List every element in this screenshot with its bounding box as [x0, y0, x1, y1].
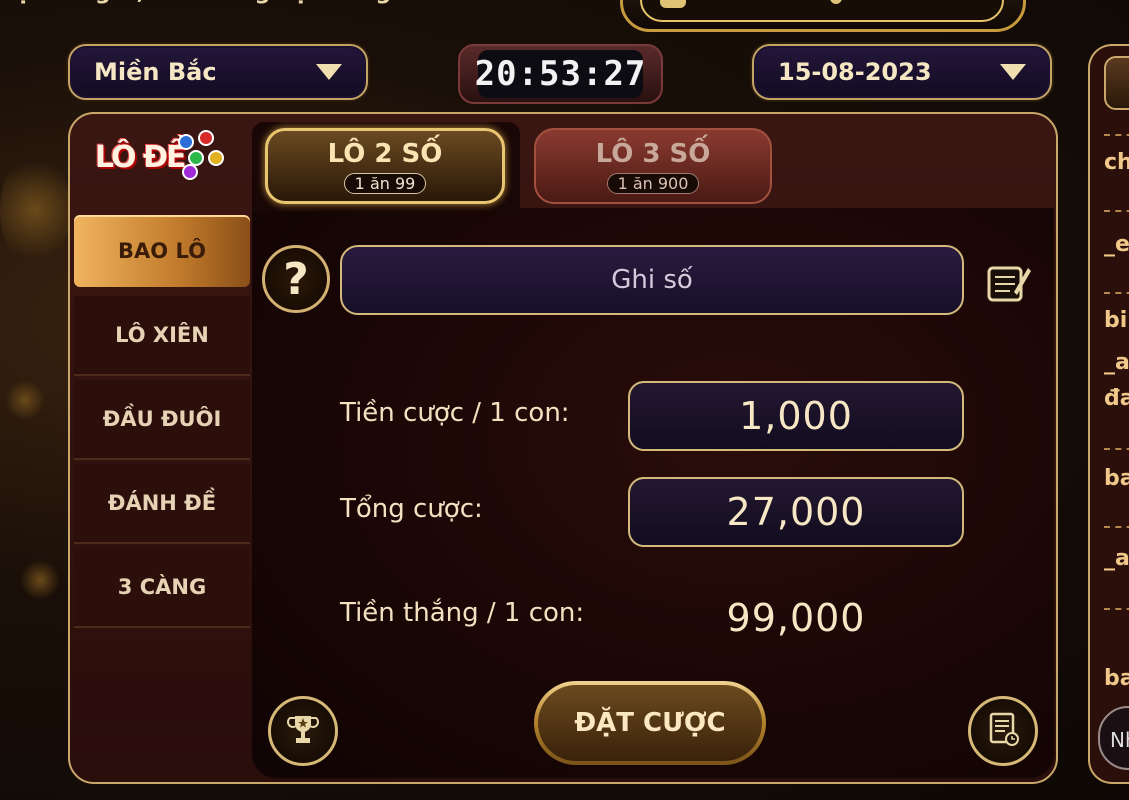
lo-de-logo: LÔ ĐỀ — [95, 140, 187, 175]
bokeh-decoration — [20, 560, 60, 600]
chevron-down-icon — [1000, 64, 1026, 80]
chat-message: ba — [1104, 666, 1129, 691]
tab-odds: 1 ăn 900 — [606, 172, 700, 194]
chat-divider — [1104, 210, 1129, 212]
chat-panel-header — [1104, 56, 1129, 110]
win-per-unit-value: 99,000 — [726, 596, 866, 640]
trophy-icon — [286, 712, 320, 750]
chat-divider — [1104, 448, 1129, 450]
tab-lo-3-so[interactable]: LÔ 3 SỐ 1 ăn 900 — [534, 128, 772, 204]
chat-divider — [1104, 134, 1129, 136]
top-frame-inner — [640, 0, 1004, 22]
chat-message: bi — [1104, 308, 1128, 333]
lottery-ball-icon — [182, 164, 198, 180]
sidebar-item-label: 3 CÀNG — [117, 575, 207, 599]
chat-message: ba — [1104, 466, 1129, 491]
sidebar-item-danh-de[interactable]: ĐÁNH ĐỀ — [74, 464, 250, 544]
win-per-unit-label: Tiền thắng / 1 con: — [340, 598, 585, 628]
bokeh-decoration — [5, 380, 45, 420]
bet-per-unit-label: Tiền cược / 1 con: — [340, 398, 570, 428]
chat-message: _e — [1104, 232, 1129, 257]
countdown-timer: 20:53:27 — [475, 50, 645, 98]
total-bet-value: 27,000 — [628, 477, 964, 547]
sidebar-item-label: LÔ XIÊN — [115, 323, 209, 347]
chat-message: _a — [1104, 546, 1129, 571]
sidebar-item-bao-lo[interactable]: BAO LÔ — [74, 215, 250, 287]
sidebar-item-3-cang[interactable]: 3 CÀNG — [74, 548, 250, 628]
leaderboard-button[interactable] — [268, 696, 338, 766]
sidebar-item-lo-xien[interactable]: LÔ XIÊN — [74, 296, 250, 376]
chat-panel[interactable]: ch _e bi _a đa ba _a ba Nh — [1088, 44, 1129, 784]
tab-title: LÔ 3 SỐ — [595, 138, 711, 169]
history-button[interactable] — [968, 696, 1038, 766]
sidebar-item-label: ĐÁNH ĐỀ — [107, 491, 217, 515]
tab-title: LÔ 2 SỐ — [327, 138, 443, 169]
tab-odds: 1 ăn 99 — [343, 172, 427, 194]
lottery-ball-icon — [208, 150, 224, 166]
bet-per-unit-input[interactable]: 1,000 — [628, 381, 964, 451]
region-dropdown-value: Miền Bắc — [94, 58, 217, 86]
chat-message: đa — [1104, 386, 1129, 411]
number-input[interactable]: Ghi số — [340, 245, 964, 315]
history-icon — [985, 711, 1021, 751]
date-dropdown-value: 15-08-2023 — [778, 58, 932, 86]
date-dropdown[interactable]: 15-08-2023 — [752, 44, 1052, 100]
lottery-ball-icon — [178, 134, 194, 150]
region-dropdown[interactable]: Miền Bắc — [68, 44, 368, 100]
total-bet-label: Tổng cược: — [340, 494, 483, 524]
chat-divider — [1104, 608, 1129, 610]
chevron-down-icon — [316, 64, 342, 80]
edit-icon[interactable] — [986, 262, 1031, 302]
place-bet-label: ĐẶT CƯỢC — [574, 708, 726, 738]
place-bet-button[interactable]: ĐẶT CƯỢC — [534, 681, 766, 765]
sidebar-item-dau-duoi[interactable]: ĐẦU ĐUÔI — [74, 380, 250, 460]
sidebar-item-label: BAO LÔ — [118, 239, 206, 263]
sidebar-item-label: ĐẦU ĐUÔI — [102, 407, 222, 431]
top-frame-icon — [660, 0, 686, 8]
chat-divider — [1104, 526, 1129, 528]
chat-divider — [1104, 292, 1129, 294]
tab-lo-2-so[interactable]: LÔ 2 SỐ 1 ăn 99 — [265, 128, 505, 204]
chat-input[interactable]: Nh — [1098, 706, 1129, 770]
chat-message: ch — [1104, 150, 1129, 175]
chat-message: _a — [1104, 350, 1129, 375]
bokeh-decoration — [0, 150, 70, 270]
help-button[interactable]: ? — [262, 245, 330, 313]
lottery-ball-icon — [198, 130, 214, 146]
top-banner-text: ược càng ít, khi thắng bạn càng thua nhi… — [0, 0, 610, 14]
help-icon: ? — [283, 253, 309, 305]
